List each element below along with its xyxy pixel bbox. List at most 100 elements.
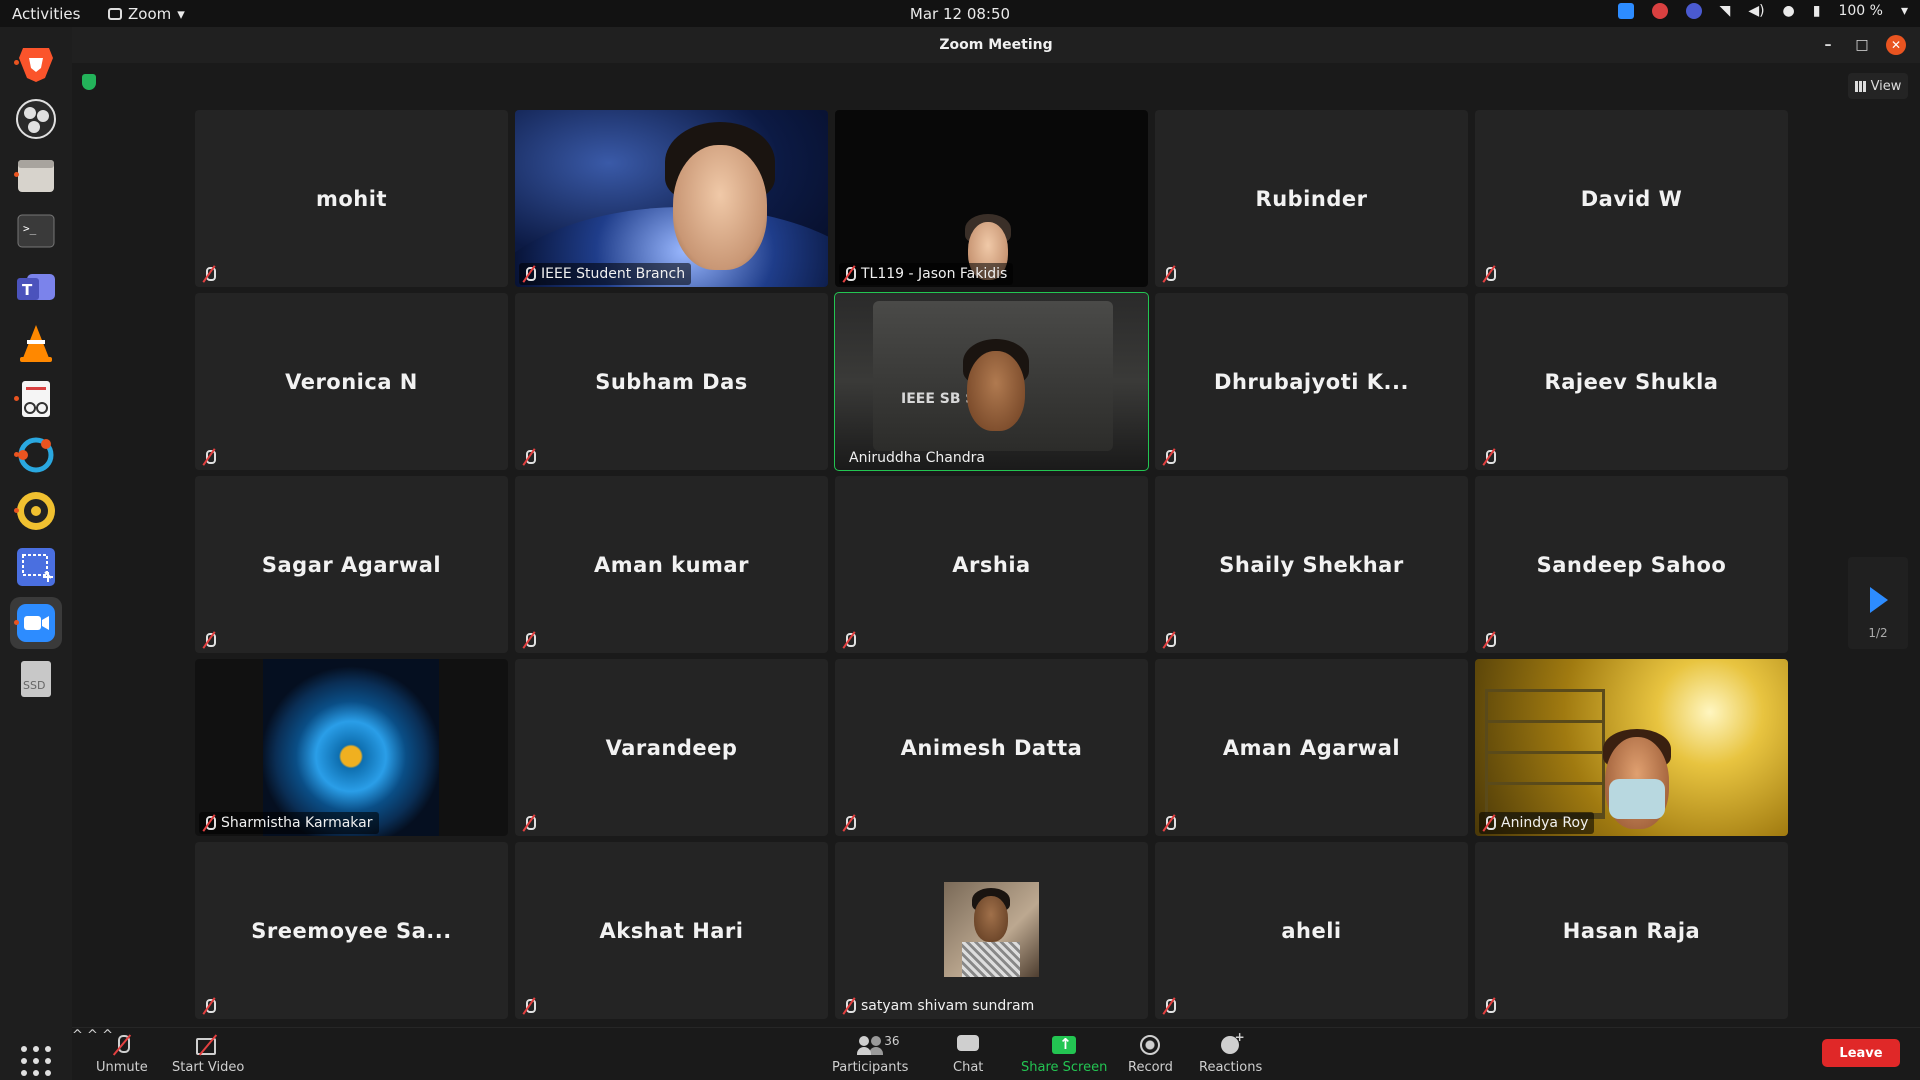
leave-button[interactable]: Leave xyxy=(1822,1039,1900,1067)
obs-studio-launcher[interactable] xyxy=(10,93,62,145)
rhythmbox-launcher[interactable] xyxy=(10,485,62,537)
muted-mic-icon xyxy=(521,265,537,283)
participant-name: Sharmistha Karmakar xyxy=(221,815,373,831)
participant-label xyxy=(519,812,543,834)
muted-mic-icon xyxy=(201,265,217,283)
next-page-button[interactable]: 1/2 xyxy=(1848,557,1908,649)
participant-tile[interactable]: Shaily Shekhar xyxy=(1155,476,1468,653)
participant-count: 36 xyxy=(884,1034,900,1048)
muted-mic-icon xyxy=(1481,448,1497,466)
participant-label xyxy=(1479,446,1503,468)
encryption-shield-icon[interactable] xyxy=(82,74,96,90)
participant-tile[interactable]: Arshia xyxy=(835,476,1148,653)
files-launcher[interactable] xyxy=(10,149,62,201)
microphone-icon[interactable]: ● xyxy=(1783,3,1795,19)
participant-tile[interactable]: TL119 - Jason Fakidis xyxy=(835,110,1148,287)
share-screen-button[interactable]: Share Screen xyxy=(1021,1034,1107,1075)
participant-label: satyam shivam sundram xyxy=(839,995,1040,1017)
gallery-grid: mohit IEEE Student Branch TL119 - Jason … xyxy=(195,110,1791,1020)
volume-icon[interactable]: ◀) xyxy=(1748,3,1764,19)
teams-tray-icon[interactable] xyxy=(1685,3,1702,19)
running-indicator xyxy=(14,508,19,513)
traffic-cone-icon xyxy=(20,325,52,362)
muted-mic-icon xyxy=(201,814,217,832)
close-button[interactable]: ✕ xyxy=(1886,35,1906,55)
notification-tray-icon[interactable] xyxy=(1651,3,1668,19)
participant-tile[interactable]: aheli xyxy=(1155,842,1468,1019)
participant-tile[interactable]: satyam shivam sundram xyxy=(835,842,1148,1019)
participant-label xyxy=(1479,263,1503,285)
chat-button[interactable]: Chat xyxy=(953,1034,983,1075)
participant-name: mohit xyxy=(316,186,387,211)
active-speaker-tile[interactable]: IEEE SB SAPUR Aniruddha Chandra xyxy=(834,292,1149,471)
participant-name: Sreemoyee Sa... xyxy=(251,918,452,943)
participants-button[interactable]: 36 Participants xyxy=(832,1034,908,1075)
muted-mic-icon xyxy=(521,814,537,832)
participant-label xyxy=(199,263,223,285)
participant-tile[interactable]: Aman kumar xyxy=(515,476,828,653)
muted-mic-icon xyxy=(1481,997,1497,1015)
participant-name: satyam shivam sundram xyxy=(861,998,1035,1014)
flower-avatar xyxy=(263,659,439,836)
document-viewer-launcher[interactable] xyxy=(10,373,62,425)
participant-tile[interactable]: Rubinder xyxy=(1155,110,1468,287)
audio-options-caret[interactable]: ^ xyxy=(72,1028,83,1043)
screenshot-tool-launcher[interactable] xyxy=(10,541,62,593)
participant-tile[interactable]: Sreemoyee Sa... xyxy=(195,842,508,1019)
profile-photo xyxy=(944,882,1039,977)
participant-name: Animesh Datta xyxy=(900,735,1083,760)
vlc-launcher[interactable] xyxy=(10,317,62,369)
start-video-button[interactable]: Start Video xyxy=(172,1034,244,1075)
participant-name: David W xyxy=(1580,186,1683,211)
participant-name: Rubinder xyxy=(1255,186,1368,211)
reactions-button[interactable]: Reactions xyxy=(1199,1030,1262,1075)
minimize-button[interactable]: – xyxy=(1818,35,1838,55)
battery-icon[interactable]: ▮ xyxy=(1813,3,1821,19)
muted-mic-icon xyxy=(201,997,217,1015)
brave-lion-icon xyxy=(19,48,53,82)
unmute-button[interactable]: Unmute xyxy=(96,1034,148,1075)
muted-mic-icon xyxy=(521,631,537,649)
participant-tile[interactable]: Sagar Agarwal xyxy=(195,476,508,653)
zoom-launcher[interactable] xyxy=(10,597,62,649)
terminal-icon: >_ xyxy=(17,214,55,248)
ssd-drive-launcher[interactable]: SSD xyxy=(10,653,62,705)
muted-mic-icon xyxy=(521,448,537,466)
zoom-tray-icon[interactable] xyxy=(1617,3,1634,19)
participant-tile[interactable]: Aman Agarwal xyxy=(1155,659,1468,836)
participant-tile[interactable]: Hasan Raja xyxy=(1475,842,1788,1019)
participant-label xyxy=(1159,995,1183,1017)
participant-name: Dhrubajyoti K... xyxy=(1214,369,1409,394)
muted-mic-icon xyxy=(841,997,857,1015)
participant-tile[interactable]: Akshat Hari xyxy=(515,842,828,1019)
system-tray[interactable]: ◥ ◀) ● ▮ 100 % ▾ xyxy=(1617,3,1908,19)
sync-app-launcher[interactable] xyxy=(10,429,62,481)
muted-mic-icon xyxy=(521,997,537,1015)
participant-tile[interactable]: Sandeep Sahoo xyxy=(1475,476,1788,653)
participant-tile[interactable]: mohit xyxy=(195,110,508,287)
show-applications-button[interactable] xyxy=(18,1043,54,1079)
view-button[interactable]: View xyxy=(1848,73,1908,99)
system-top-bar: Activities Zoom ▾ Mar 12 08:50 ◥ ◀) ● ▮ … xyxy=(0,0,1920,27)
window-titlebar[interactable]: Zoom Meeting – □ ✕ xyxy=(72,27,1920,63)
participant-tile[interactable]: Veronica N xyxy=(195,293,508,470)
participant-tile[interactable]: Animesh Datta xyxy=(835,659,1148,836)
participant-tile[interactable]: Dhrubajyoti K... xyxy=(1155,293,1468,470)
muted-mic-icon xyxy=(1481,631,1497,649)
participant-tile[interactable]: Rajeev Shukla xyxy=(1475,293,1788,470)
participant-tile[interactable]: Sharmistha Karmakar xyxy=(195,659,508,836)
participant-tile[interactable]: Anindya Roy xyxy=(1475,659,1788,836)
brave-browser-launcher[interactable] xyxy=(10,37,62,89)
maximize-button[interactable]: □ xyxy=(1852,35,1872,55)
terminal-launcher[interactable]: >_ xyxy=(10,205,62,257)
wifi-icon[interactable]: ◥ xyxy=(1720,3,1731,19)
participant-tile[interactable]: David W xyxy=(1475,110,1788,287)
participant-tile[interactable]: Varandeep xyxy=(515,659,828,836)
participant-tile[interactable]: Subham Das xyxy=(515,293,828,470)
participant-name: Hasan Raja xyxy=(1562,918,1701,943)
chevron-down-icon[interactable]: ▾ xyxy=(1901,3,1908,19)
record-button[interactable]: Record xyxy=(1128,1034,1173,1075)
teams-launcher[interactable]: T xyxy=(10,261,62,313)
participant-video xyxy=(1475,659,1788,836)
participant-tile[interactable]: IEEE Student Branch xyxy=(515,110,828,287)
